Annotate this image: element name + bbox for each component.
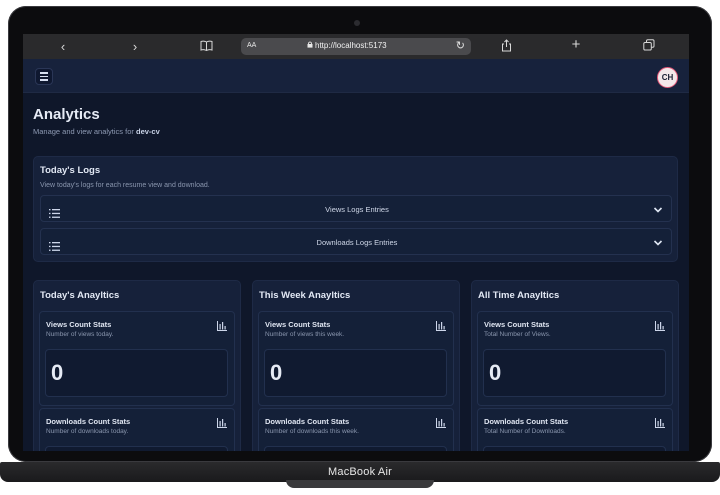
value-box: 0 <box>264 349 447 397</box>
views-count-value: 0 <box>270 360 283 385</box>
downloads-count-card: Downloads Count Stats Number of download… <box>258 408 454 451</box>
downloads-count-card: Downloads Count Stats Total Number of Do… <box>477 408 673 451</box>
page-subtitle-text: Manage and view analytics for <box>33 127 134 136</box>
main-content: Analytics Manage and view analytics for … <box>23 93 689 451</box>
stat-description: Number of downloads today. <box>46 428 129 435</box>
url-text: http://localhost:5173 <box>315 41 387 50</box>
views-logs-label: Views Logs Entries <box>325 205 389 214</box>
bar-chart-icon <box>655 318 665 331</box>
downloads-count-card: Downloads Count Stats Number of download… <box>39 408 235 451</box>
camera-dot <box>354 20 360 26</box>
lock-icon <box>307 41 313 50</box>
chevron-down-icon <box>653 235 663 246</box>
chevron-down-icon <box>653 202 663 213</box>
todays-logs-card: Today's Logs View today's logs for each … <box>33 156 678 262</box>
stat-description: Total Number of Downloads. <box>484 428 566 435</box>
resume-name: dev-cv <box>135 127 160 136</box>
text-size-button[interactable]: AA <box>247 42 256 49</box>
new-tab-icon[interactable]: + <box>567 37 585 52</box>
page-subtitle: Manage and view analytics for dev-cv <box>33 127 160 136</box>
browser-toolbar: ‹ › AA http://localhost:5173 ↻ + <box>23 34 689 59</box>
bar-chart-icon <box>436 415 446 428</box>
app-header: CH <box>23 59 689 93</box>
hamburger-icon <box>40 79 48 81</box>
stat-name: Downloads Count Stats <box>46 417 131 426</box>
value-box: 0 <box>483 349 666 397</box>
address-bar[interactable]: AA http://localhost:5173 ↻ <box>241 38 471 55</box>
value-box: 0 <box>45 349 228 397</box>
bar-chart-icon <box>436 318 446 331</box>
logs-subtitle: View today's logs for each resume view a… <box>40 182 210 189</box>
laptop-notch <box>286 480 434 488</box>
views-count-card: Views Count Stats Number of views today.… <box>39 311 235 406</box>
share-icon[interactable] <box>497 39 515 55</box>
forward-icon[interactable]: › <box>126 39 144 54</box>
menu-button[interactable] <box>35 68 53 85</box>
page-title: Analytics <box>33 106 100 123</box>
avatar[interactable]: CH <box>657 67 678 88</box>
stat-name: Downloads Count Stats <box>484 417 569 426</box>
downloads-logs-label: Downloads Logs Entries <box>316 238 398 247</box>
back-icon[interactable]: ‹ <box>54 39 72 54</box>
screen: ‹ › AA http://localhost:5173 ↻ + CH Anal… <box>23 34 689 451</box>
stat-name: Downloads Count Stats <box>265 417 350 426</box>
stat-description: Number of downloads this week. <box>265 428 359 435</box>
stat-name: Views Count Stats <box>484 320 550 329</box>
stat-description: Total Number of Views. <box>484 331 551 338</box>
views-count-card: Views Count Stats Total Number of Views.… <box>477 311 673 406</box>
column-title: This Week Anayltics <box>259 290 351 301</box>
bar-chart-icon <box>655 415 665 428</box>
todays-analytics-column: Today's Anayltics Views Count Stats Numb… <box>33 280 241 451</box>
column-title: Today's Anayltics <box>40 290 120 301</box>
reload-icon[interactable]: ↻ <box>456 39 465 52</box>
stat-name: Views Count Stats <box>46 320 112 329</box>
hamburger-icon <box>40 75 48 78</box>
bar-chart-icon <box>217 415 227 428</box>
value-box: 0 <box>264 446 447 451</box>
stat-description: Number of views today. <box>46 331 114 338</box>
bookmarks-icon[interactable] <box>197 39 215 54</box>
device-label: MacBook Air <box>328 466 392 478</box>
tabs-overview-icon[interactable] <box>640 39 658 54</box>
value-box: 0 <box>45 446 228 451</box>
column-title: All Time Anayltics <box>478 290 560 301</box>
views-count-value: 0 <box>489 360 502 385</box>
bar-chart-icon <box>217 318 227 331</box>
views-logs-accordion[interactable]: Views Logs Entries <box>40 195 672 222</box>
logs-title: Today's Logs <box>40 165 101 176</box>
this-week-analytics-column: This Week Anayltics Views Count Stats Nu… <box>252 280 460 451</box>
views-count-value: 0 <box>51 360 64 385</box>
value-box: 0 <box>483 446 666 451</box>
downloads-logs-accordion[interactable]: Downloads Logs Entries <box>40 228 672 255</box>
hamburger-icon <box>40 72 48 74</box>
all-time-analytics-column: All Time Anayltics Views Count Stats Tot… <box>471 280 679 451</box>
stat-name: Views Count Stats <box>265 320 331 329</box>
views-count-card: Views Count Stats Number of views this w… <box>258 311 454 406</box>
stat-description: Number of views this week. <box>265 331 345 338</box>
